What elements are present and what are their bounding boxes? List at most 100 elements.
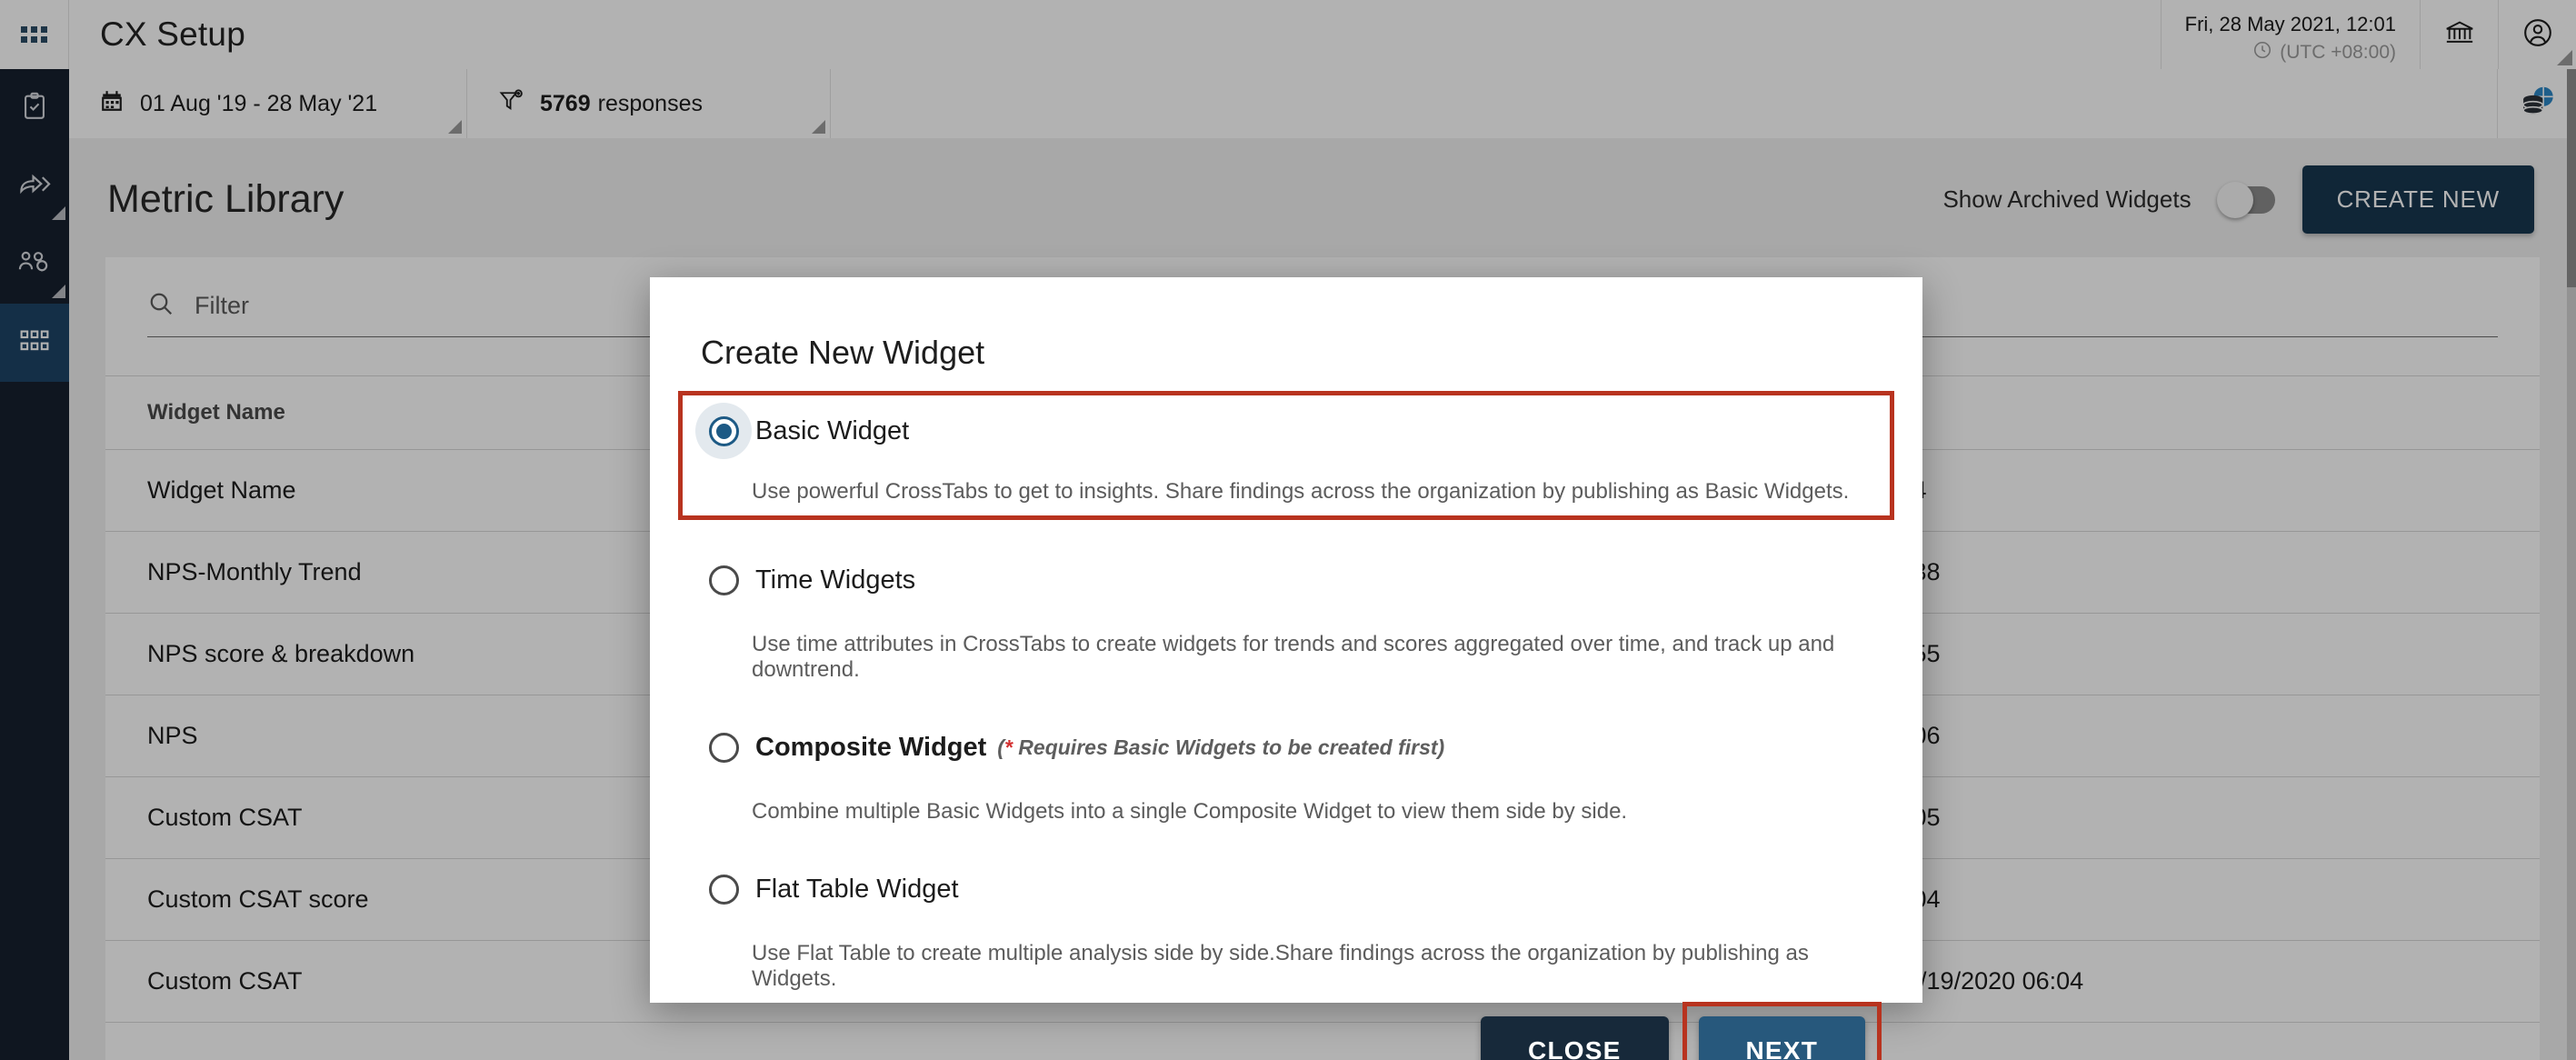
option-basic-widget-label: Basic Widget [755, 415, 910, 445]
radio-flat-table-widget-wrap[interactable] [695, 861, 752, 917]
option-basic-widget-description: Use powerful CrossTabs to get to insight… [752, 479, 1850, 504]
option-time-widgets-label: Time Widgets [755, 565, 916, 595]
cell-widget-name: Custom CSAT [105, 776, 669, 859]
share-arrow-icon [17, 169, 52, 205]
option-spacer-1 [695, 515, 1877, 546]
date-range-filter[interactable]: 01 Aug '19 - 28 May '21 [69, 69, 467, 138]
cell-last-modified: 5:04 [1851, 858, 2540, 941]
date-range-text: 01 Aug '19 - 28 May '21 [140, 90, 378, 116]
screen-root: CX Setup Fri, 28 May 2021, 12:01 (UTC +0… [0, 0, 2576, 1060]
toggle-knob [2216, 181, 2253, 218]
user-settings-icon [17, 247, 52, 283]
sidebar-item-users[interactable] [0, 225, 69, 304]
radio-unselected-icon[interactable] [708, 874, 739, 905]
account-expand-corner-icon[interactable] [2557, 50, 2572, 65]
option-composite-widget-note: (* Requires Basic Widgets to be created … [997, 735, 1445, 759]
page-title-app: CX Setup [100, 15, 245, 53]
cell-widget-name: Widget Name [105, 449, 669, 532]
option-spacer-2 [695, 683, 1877, 714]
apps-grid-icon [21, 26, 47, 43]
dialog-title: Create New Widget [701, 334, 985, 371]
datetime-display: Fri, 28 May 2021, 12:01 (UTC +08:00) [2160, 0, 2420, 69]
clipboard-check-icon [19, 91, 50, 126]
page-header-actions: Show Archived Widgets CREATE NEW [1942, 165, 2534, 234]
cell-widget-name: NPS score & breakdown [105, 613, 669, 695]
filter-strip-spacer [831, 69, 2498, 138]
radio-unselected-icon[interactable] [708, 565, 739, 595]
responses-count: 5769 [540, 90, 591, 116]
sidebar-expand-corner-icon-2[interactable] [52, 285, 65, 298]
clock-icon [2252, 40, 2272, 65]
dialog-actions: CLOSE NEXT [695, 992, 1882, 1060]
option-composite-widget-row[interactable]: Composite Widget (* Requires Basic Widge… [695, 719, 1877, 775]
create-new-button[interactable]: CREATE NEW [2301, 165, 2534, 234]
radio-unselected-icon[interactable] [708, 732, 739, 763]
next-button[interactable]: NEXT [1698, 1016, 1865, 1060]
option-basic-widget[interactable]: Basic Widget Use powerful CrossTabs to g… [678, 391, 1894, 520]
cell-widget-name: Custom CSAT [105, 940, 669, 1023]
account-circle-icon [2521, 16, 2554, 54]
option-time-widgets[interactable]: Time Widgets Use time attributes in Cros… [695, 546, 1877, 683]
option-flat-table-widget-row[interactable]: Flat Table Widget [695, 861, 1877, 917]
option-composite-widget-label: Composite Widget [755, 732, 987, 762]
option-flat-table-widget-description: Use Flat Table to create multiple analys… [752, 941, 1809, 991]
page-title: Metric Library [107, 177, 344, 221]
cell-last-modified: 3:38 [1851, 531, 2540, 614]
cell-last-modified: 03/19/2020 06:04 [1851, 940, 2540, 1023]
cell-widget-name: Custom CSAT score [105, 858, 669, 941]
organization-button[interactable] [2420, 0, 2498, 69]
next-button-highlight: NEXT [1682, 1002, 1882, 1060]
cell-widget-name: NPS [105, 695, 669, 777]
create-new-widget-dialog: Create New Widget Basic Widget Use power… [650, 277, 1922, 1060]
column-header-last-modified[interactable] [1851, 375, 2540, 450]
option-composite-widget-description: Combine multiple Basic Widgets into a si… [752, 799, 1628, 824]
option-spacer-3 [695, 825, 1877, 855]
responses-filter[interactable]: 5769 responses [467, 69, 831, 138]
funnel-add-icon [498, 88, 524, 120]
widget-type-options: Basic Widget Use powerful CrossTabs to g… [678, 391, 1894, 992]
database-globe-icon [2517, 84, 2557, 125]
sidebar-item-distribute[interactable] [0, 147, 69, 225]
current-datetime: Fri, 28 May 2021, 12:01 [2184, 13, 2396, 35]
sidebar-item-metric-library[interactable] [0, 304, 69, 382]
cell-last-modified: 5:05 [1851, 776, 2540, 859]
calendar-icon [100, 89, 124, 119]
column-header-widget-name[interactable]: Widget Name [105, 375, 669, 450]
page-header: Metric Library Show Archived Widgets CRE… [69, 138, 2576, 257]
option-flat-table-widget-label: Flat Table Widget [755, 874, 959, 904]
option-basic-widget-row[interactable]: Basic Widget [695, 403, 1877, 459]
sidebar-expand-corner-icon[interactable] [52, 206, 65, 220]
cell-last-modified: :24 [1851, 449, 2540, 532]
page-scrollbar[interactable] [2567, 69, 2576, 1060]
radio-composite-widget-wrap[interactable] [695, 719, 752, 775]
radio-basic-widget-wrap[interactable] [695, 403, 752, 459]
show-archived-toggle[interactable] [2216, 181, 2275, 218]
option-flat-table-widget[interactable]: Flat Table Widget Use Flat Table to crea… [695, 855, 1877, 992]
date-range-expand-corner-icon[interactable] [448, 120, 462, 134]
cell-last-modified: 2:55 [1851, 613, 2540, 695]
option-composite-widget[interactable]: Composite Widget (* Requires Basic Widge… [695, 714, 1877, 825]
responses-expand-corner-icon[interactable] [812, 120, 825, 134]
responses-label: responses [597, 90, 703, 116]
radio-time-widgets-wrap[interactable] [695, 552, 752, 608]
user-account-button[interactable] [2498, 0, 2576, 69]
data-source-button[interactable] [2498, 69, 2576, 138]
app-header: CX Setup Fri, 28 May 2021, 12:01 (UTC +0… [0, 0, 2576, 69]
filter-strip: 01 Aug '19 - 28 May '21 5769 responses [69, 69, 2576, 138]
search-icon [147, 290, 175, 322]
close-button[interactable]: CLOSE [1481, 1016, 1669, 1060]
apps-grid-button[interactable] [0, 0, 69, 69]
cell-last-modified: 5:06 [1851, 695, 2540, 777]
option-time-widgets-description: Use time attributes in CrossTabs to crea… [752, 632, 1835, 682]
cell-widget-name: NPS-Monthly Trend [105, 531, 669, 614]
timezone-row: (UTC +08:00) [2252, 40, 2396, 65]
show-archived-label: Show Archived Widgets [1942, 185, 2192, 213]
page-scrollbar-thumb[interactable] [2567, 69, 2576, 287]
grid-widgets-icon [19, 328, 50, 358]
sidebar-item-survey[interactable] [0, 69, 69, 147]
timezone-text: (UTC +08:00) [2280, 42, 2396, 63]
radio-selected-icon[interactable] [708, 415, 739, 446]
option-time-widgets-row[interactable]: Time Widgets [695, 552, 1877, 608]
sidebar-rail [0, 69, 69, 1060]
bank-icon [2444, 17, 2475, 53]
